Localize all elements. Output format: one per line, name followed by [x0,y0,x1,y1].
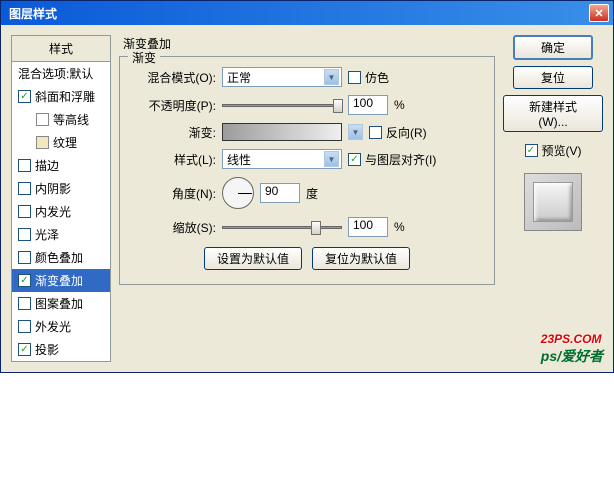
scale-slider[interactable] [222,226,342,229]
styles-sidebar: 样式 混合选项:默认 斜面和浮雕等高线纹理描边内阴影内发光光泽颜色叠加渐变叠加图… [11,35,111,362]
preview-swatch [524,173,582,231]
style-select[interactable]: 线性 ▼ [222,149,342,169]
sidebar-item[interactable]: 颜色叠加 [12,246,110,269]
sidebar-item[interactable]: 投影 [12,338,110,361]
sidebar-item[interactable]: 描边 [12,154,110,177]
align-checkbox[interactable] [348,153,361,166]
sidebar-item[interactable]: 纹理 [12,131,110,154]
angle-dial[interactable] [222,177,254,209]
sidebar-item[interactable]: 外发光 [12,315,110,338]
style-checkbox[interactable] [18,274,31,287]
slider-thumb[interactable] [311,221,321,235]
style-checkbox[interactable] [18,182,31,195]
sidebar-item[interactable]: 光泽 [12,223,110,246]
sidebar-item-label: 渐变叠加 [35,272,83,289]
sidebar-item-label: 光泽 [35,226,59,243]
right-panel: 确定 复位 新建样式(W)... 预览(V) [503,35,603,362]
cancel-button[interactable]: 复位 [513,66,593,89]
ok-button[interactable]: 确定 [513,35,593,60]
opacity-label: 不透明度(P): [134,97,216,114]
blend-options-item[interactable]: 混合选项:默认 [12,62,110,85]
blend-mode-select[interactable]: 正常 ▼ [222,67,342,87]
style-checkbox[interactable] [18,205,31,218]
sidebar-item-label: 纹理 [53,134,77,151]
angle-input[interactable]: 90 [260,183,300,203]
swatch-icon [36,113,49,126]
set-default-button[interactable]: 设置为默认值 [204,247,302,270]
style-checkbox[interactable] [18,228,31,241]
sidebar-item-label: 斜面和浮雕 [35,88,95,105]
titlebar: 图层样式 ✕ [1,1,613,25]
blend-mode-label: 混合模式(O): [134,69,216,86]
sidebar-item-label: 内发光 [35,203,71,220]
sidebar-item-label: 图案叠加 [35,295,83,312]
window-title: 图层样式 [5,5,589,22]
scale-label: 缩放(S): [134,219,216,236]
swatch-icon [36,136,49,149]
sidebar-item[interactable]: 内发光 [12,200,110,223]
sidebar-item-label: 等高线 [53,111,89,128]
sidebar-header: 样式 [12,36,110,62]
style-label: 样式(L): [134,151,216,168]
gradient-label: 渐变: [134,124,216,141]
dialog-window: 图层样式 ✕ 样式 混合选项:默认 斜面和浮雕等高线纹理描边内阴影内发光光泽颜色… [0,0,614,373]
style-checkbox[interactable] [18,251,31,264]
sidebar-item-label: 颜色叠加 [35,249,83,266]
opacity-input[interactable]: 100 [348,95,388,115]
sidebar-item-label: 内阴影 [35,180,71,197]
sidebar-item[interactable]: 斜面和浮雕 [12,85,110,108]
style-checkbox[interactable] [18,159,31,172]
style-checkbox[interactable] [18,90,31,103]
new-style-button[interactable]: 新建样式(W)... [503,95,603,132]
preview-inner [533,182,573,222]
align-label: 与图层对齐(I) [365,151,436,168]
sidebar-item-label: 外发光 [35,318,71,335]
main-panel: 渐变叠加 渐变 混合模式(O): 正常 ▼ 仿色 不透明度(P): [119,35,495,362]
slider-thumb[interactable] [333,99,343,113]
sidebar-item[interactable]: 渐变叠加 [12,269,110,292]
close-button[interactable]: ✕ [589,4,609,22]
gradient-preview[interactable] [222,123,342,141]
preview-label: 预览(V) [542,142,582,159]
reverse-label: 反向(R) [386,124,427,141]
preview-checkbox[interactable] [525,144,538,157]
scale-input[interactable]: 100 [348,217,388,237]
dither-checkbox[interactable] [348,71,361,84]
dither-label: 仿色 [365,69,389,86]
content-area: 样式 混合选项:默认 斜面和浮雕等高线纹理描边内阴影内发光光泽颜色叠加渐变叠加图… [1,25,613,372]
gradient-dropdown-icon[interactable]: ▼ [348,124,363,140]
style-checkbox[interactable] [18,297,31,310]
angle-label: 角度(N): [134,185,216,202]
sidebar-item[interactable]: 等高线 [12,108,110,131]
reverse-checkbox[interactable] [369,126,382,139]
gradient-fieldset: 渐变 混合模式(O): 正常 ▼ 仿色 不透明度(P): [119,56,495,285]
dropdown-icon: ▼ [324,151,339,167]
watermark: 23PS.COM ps/爱好者 [541,332,603,366]
sidebar-item-label: 投影 [35,341,59,358]
opacity-slider[interactable] [222,104,342,107]
sidebar-item[interactable]: 内阴影 [12,177,110,200]
panel-title: 渐变叠加 [119,35,495,52]
sidebar-item[interactable]: 图案叠加 [12,292,110,315]
fieldset-legend: 渐变 [128,49,160,66]
sidebar-item-label: 描边 [35,157,59,174]
restore-default-button[interactable]: 复位为默认值 [312,247,410,270]
dropdown-icon: ▼ [324,69,339,85]
style-checkbox[interactable] [18,343,31,356]
style-checkbox[interactable] [18,320,31,333]
